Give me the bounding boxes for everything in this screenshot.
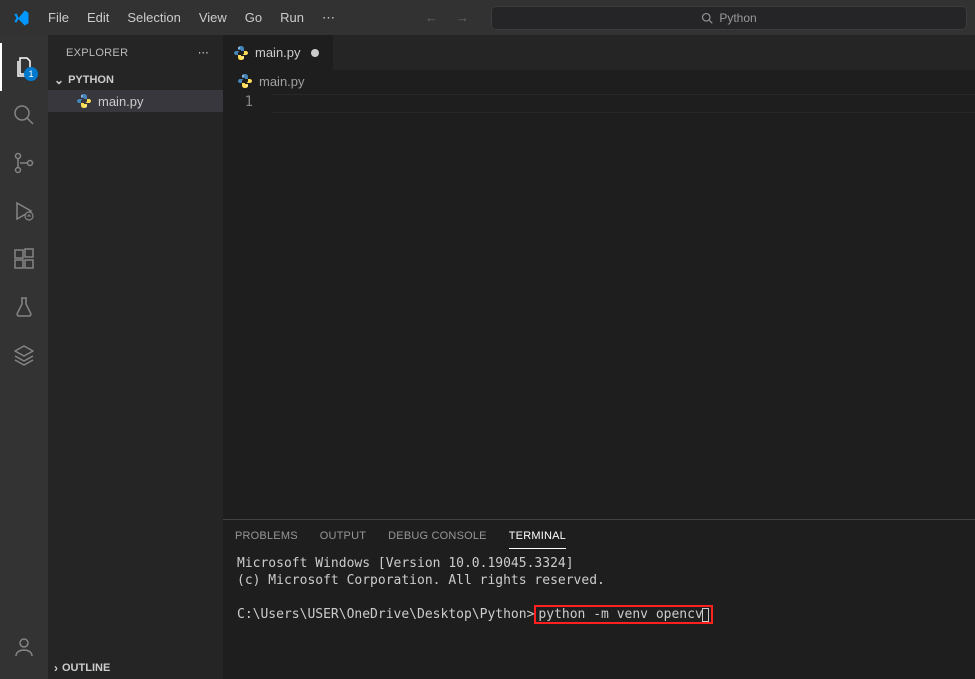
extensions-icon [12, 247, 36, 271]
file-tree-item[interactable]: main.py [48, 90, 223, 112]
activity-explorer[interactable]: 1 [0, 43, 48, 91]
nav-back-icon[interactable]: ← [425, 10, 438, 25]
python-file-icon [76, 93, 92, 109]
terminal-line: Microsoft Windows [Version 10.0.19045.33… [237, 556, 961, 573]
activity-search[interactable] [0, 91, 48, 139]
sidebar-header: EXPLORER ⋯ [48, 35, 223, 70]
activity-run-debug[interactable] [0, 187, 48, 235]
python-file-icon [237, 73, 253, 89]
highlighted-command: python -m venv opencv [534, 605, 712, 624]
command-center-search[interactable]: Python [491, 6, 967, 30]
source-control-icon [12, 151, 36, 175]
gutter: 1 [223, 92, 271, 519]
sidebar-title: EXPLORER [66, 47, 128, 59]
activity-testing[interactable] [0, 283, 48, 331]
search-placeholder: Python [719, 11, 756, 25]
layers-icon [12, 343, 36, 367]
outline-label: OUTLINE [62, 662, 110, 674]
nav-forward-icon[interactable]: → [456, 10, 469, 25]
terminal-prompt: C:\Users\USER\OneDrive\Desktop\Python> [237, 607, 534, 622]
python-file-icon [233, 45, 249, 61]
activity-other[interactable] [0, 331, 48, 379]
vscode-logo-icon [12, 9, 30, 27]
terminal-line: (c) Microsoft Corporation. All rights re… [237, 573, 961, 590]
terminal[interactable]: Microsoft Windows [Version 10.0.19045.33… [223, 552, 975, 679]
bottom-panel: PROBLEMS OUTPUT DEBUG CONSOLE TERMINAL M… [223, 519, 975, 679]
panel-tab-terminal[interactable]: TERMINAL [509, 524, 566, 549]
activity-accounts[interactable] [0, 623, 48, 671]
activitybar: 1 [0, 35, 48, 379]
editor-area: main.py main.py 1 PROBLEMS OUTPUT DEBUG … [223, 35, 975, 679]
sidebar-folder[interactable]: ⌄ PYTHON [48, 70, 223, 90]
menu-edit[interactable]: Edit [79, 6, 117, 29]
panel-tabs: PROBLEMS OUTPUT DEBUG CONSOLE TERMINAL [223, 520, 975, 552]
menu-overflow-icon[interactable]: ⋯ [314, 6, 343, 30]
search-icon [12, 103, 36, 127]
editor-tab[interactable]: main.py [223, 35, 333, 70]
menu-selection[interactable]: Selection [119, 6, 188, 29]
breadcrumbs[interactable]: main.py [223, 70, 975, 92]
breadcrumb-label: main.py [259, 74, 305, 89]
editor-content[interactable]: 1 [223, 92, 975, 519]
activity-source-control[interactable] [0, 139, 48, 187]
beaker-icon [12, 295, 36, 319]
tab-dirty-indicator[interactable] [307, 45, 323, 61]
titlebar: File Edit Selection View Go Run ⋯ ← → Py… [0, 0, 975, 35]
menu-go[interactable]: Go [237, 6, 270, 29]
current-line-highlight [271, 94, 975, 113]
sidebar: EXPLORER ⋯ ⌄ PYTHON main.py › OUTLINE [48, 35, 223, 679]
panel-tab-output[interactable]: OUTPUT [320, 524, 366, 548]
sidebar-outline[interactable]: › OUTLINE [48, 657, 223, 679]
terminal-cursor [702, 608, 709, 622]
terminal-command: python -m venv opencv [538, 607, 702, 622]
terminal-prompt-line: C:\Users\USER\OneDrive\Desktop\Python> py… [237, 607, 961, 624]
editor-tabs: main.py [223, 35, 975, 70]
panel-tab-debug-console[interactable]: DEBUG CONSOLE [388, 524, 487, 548]
line-number: 1 [223, 94, 253, 110]
explorer-badge: 1 [24, 67, 38, 81]
menu-view[interactable]: View [191, 6, 235, 29]
chevron-right-icon: › [54, 661, 58, 675]
tab-label: main.py [255, 45, 301, 60]
folder-name: PYTHON [68, 74, 114, 86]
sidebar-more-icon[interactable]: ⋯ [198, 46, 209, 59]
file-name: main.py [98, 94, 144, 109]
chevron-down-icon: ⌄ [54, 73, 64, 87]
debug-icon [12, 199, 36, 223]
panel-tab-problems[interactable]: PROBLEMS [235, 524, 298, 548]
main-area: 1 [0, 35, 975, 679]
menu-file[interactable]: File [40, 6, 77, 29]
menu-run[interactable]: Run [272, 6, 312, 29]
account-icon [12, 635, 36, 659]
activity-extensions[interactable] [0, 235, 48, 283]
code-area[interactable] [271, 92, 975, 519]
search-icon [701, 12, 713, 24]
